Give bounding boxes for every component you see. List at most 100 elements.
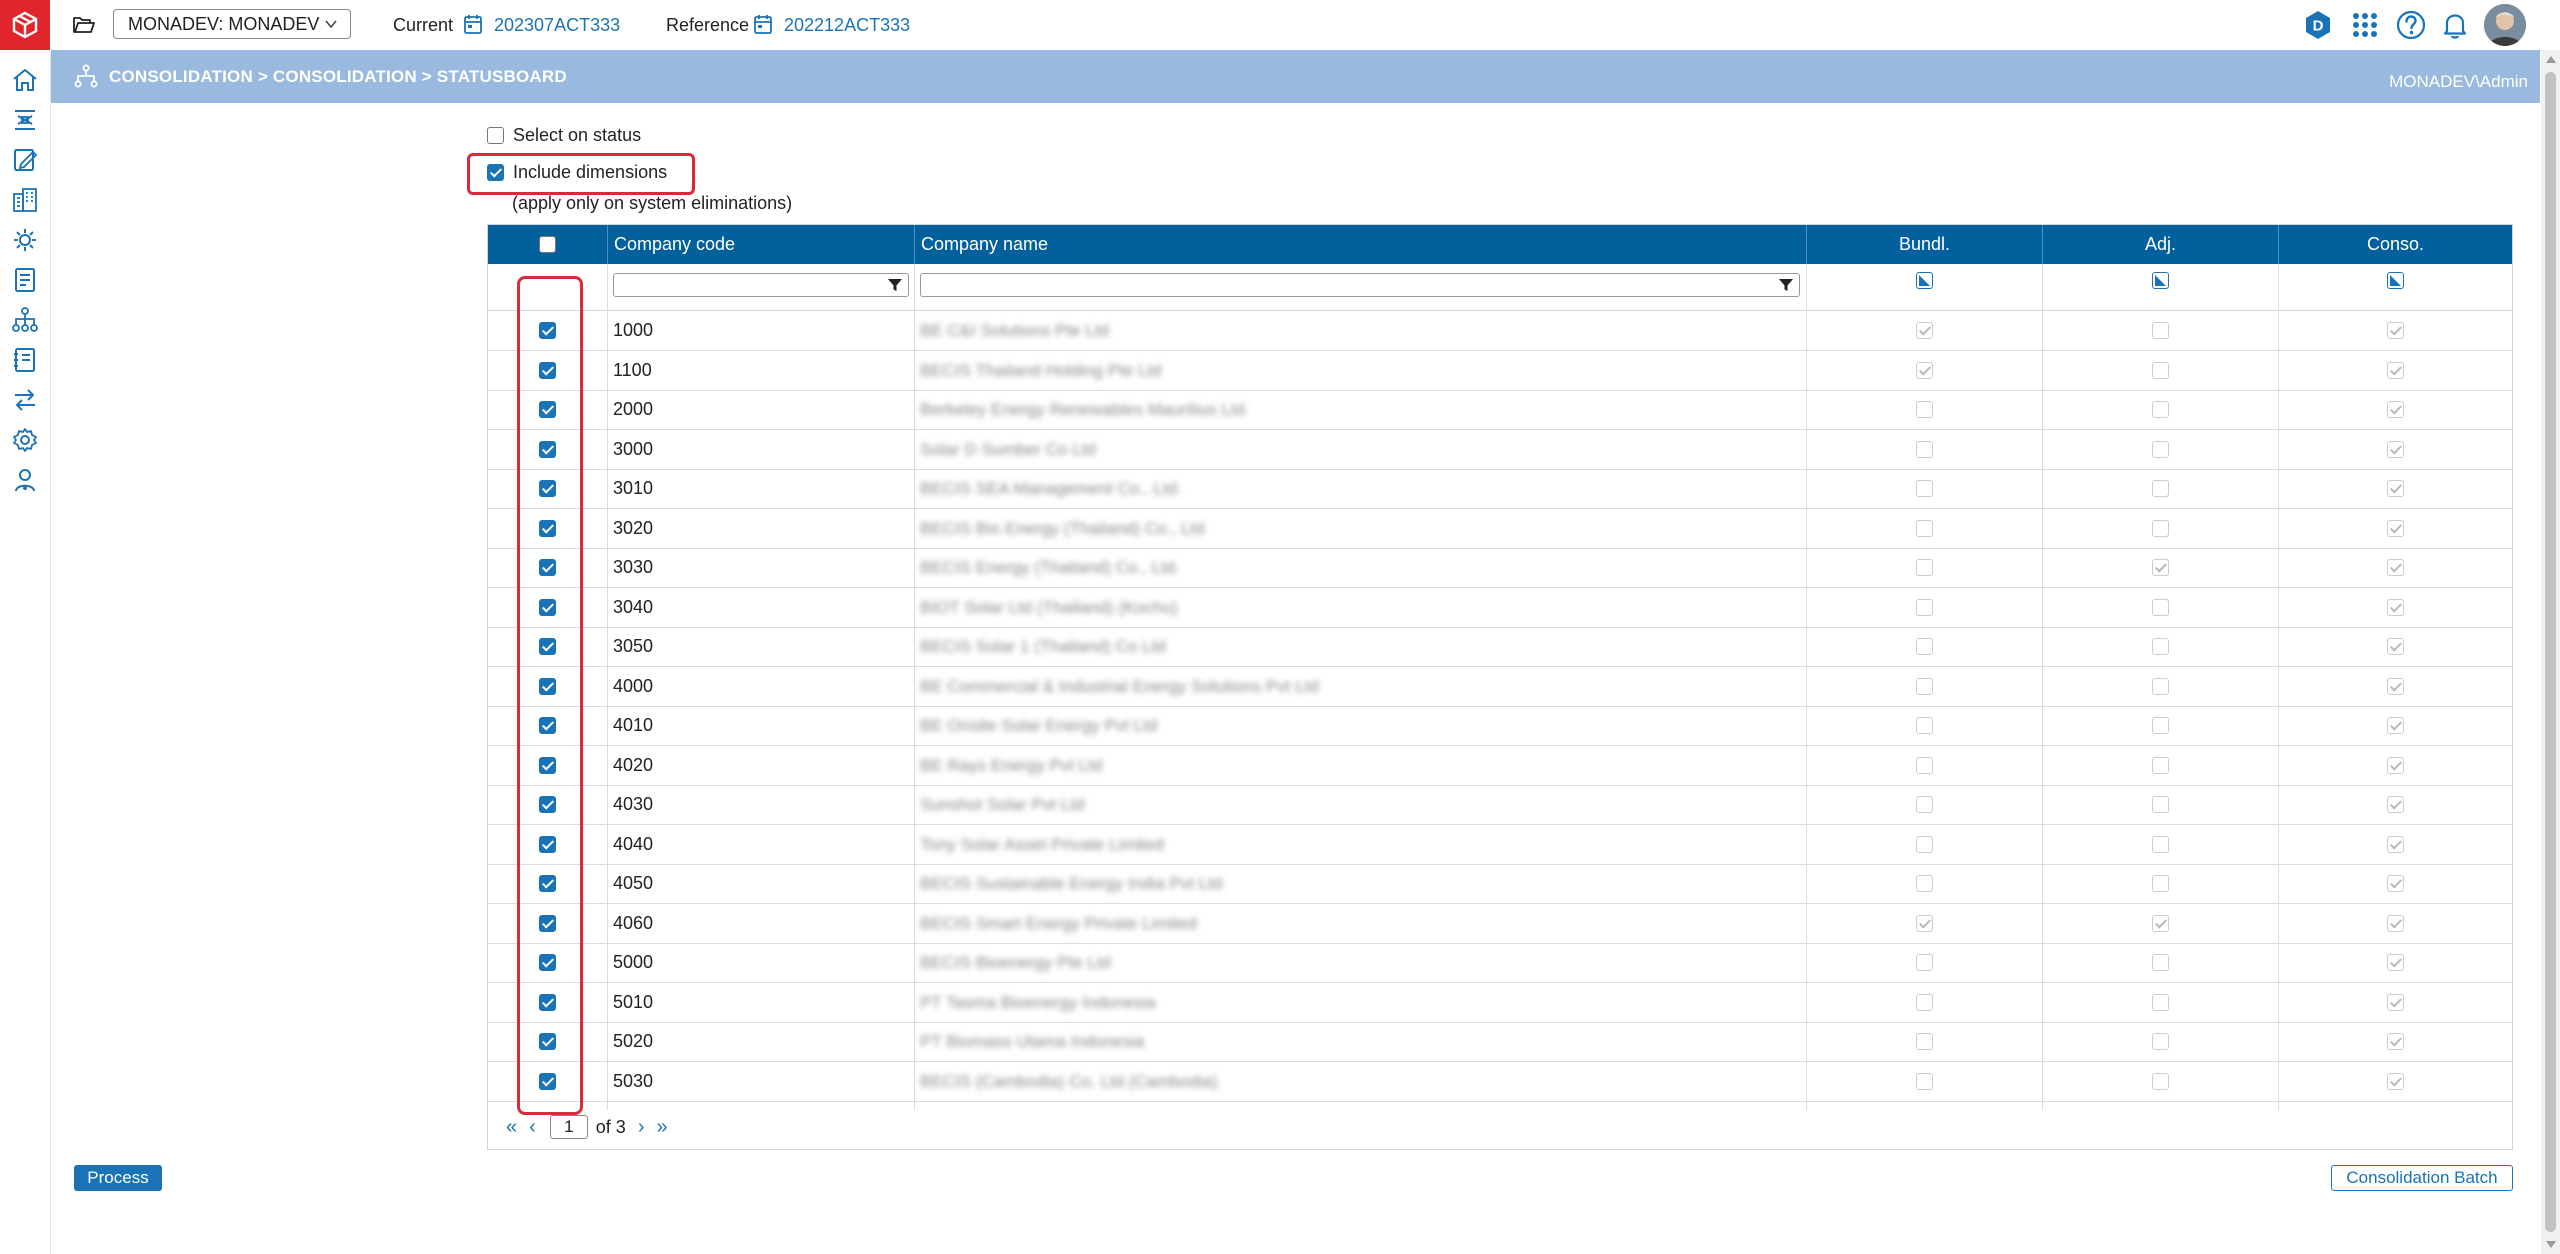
conso-status-checkbox — [2387, 954, 2404, 971]
reference-period-link[interactable]: 202212ACT333 — [784, 15, 910, 36]
col-company-code[interactable]: Company code — [607, 225, 914, 264]
table-row[interactable]: 3020 BECIS Bio Energy (Thailand) Co., Ltd — [488, 509, 2512, 549]
select-all-checkbox[interactable] — [539, 236, 556, 253]
col-conso[interactable]: Conso. — [2278, 225, 2512, 264]
process-button[interactable]: Process — [74, 1165, 162, 1191]
user-settings-icon[interactable] — [11, 466, 39, 494]
conso-status-checkbox — [2387, 480, 2404, 497]
company-code-cell: 3030 — [613, 557, 654, 577]
current-label: Current — [393, 15, 454, 35]
page-scrollbar[interactable] — [2541, 50, 2560, 1254]
scrollbar-thumb[interactable] — [2545, 72, 2556, 1232]
company-code-cell: 3020 — [613, 517, 654, 538]
filter-funnel-icon[interactable] — [1778, 277, 1794, 293]
database-badge-icon[interactable]: D — [2302, 9, 2334, 41]
next-page-icon[interactable]: › — [638, 1117, 645, 1137]
sidebar — [0, 50, 51, 1254]
table-row[interactable]: 4020 BE Rays Energy Pvt Ltd — [488, 746, 2512, 786]
table-row[interactable]: 4040 Tony Solar Asset Private Limited — [488, 825, 2512, 865]
table-row[interactable]: 1000 BE C&I Solutions Pte Ltd — [488, 311, 2512, 351]
adj-toggle-all-checkbox[interactable] — [2152, 272, 2169, 289]
select-on-status-option[interactable]: Select on status — [487, 125, 641, 146]
company-name-filter[interactable] — [920, 273, 1800, 297]
company-code-cell: 3000 — [613, 438, 654, 459]
table-row[interactable]: 4030 Sunshot Solar Pvt Ltd — [488, 785, 2512, 825]
hierarchy-icon — [74, 64, 98, 88]
report-icon[interactable] — [11, 266, 39, 294]
table-row[interactable]: 2000 Berkeley Energy Renewables Mauritius… — [488, 390, 2512, 430]
home-icon[interactable] — [11, 66, 39, 94]
filter-funnel-icon[interactable] — [887, 277, 903, 293]
company-name-cell: Solar D Sumber Co Ltd — [920, 439, 1096, 459]
table-row[interactable]: 3030 BECIS Energy (Thailand) Co., Ltd. — [488, 548, 2512, 588]
table-row[interactable]: 5010 PT Tasma Bioenergy Indonesia — [488, 983, 2512, 1023]
select-on-status-checkbox[interactable] — [487, 127, 504, 144]
settings-gear-icon[interactable] — [11, 426, 39, 454]
table-row[interactable]: 3000 Solar D Sumber Co Ltd — [488, 430, 2512, 470]
adj-status-checkbox — [2152, 322, 2169, 339]
company-name-cell: Berkeley Energy Renewables Mauritius Ltd — [920, 400, 1246, 419]
adj-status-checkbox — [2152, 875, 2169, 892]
table-row[interactable]: 1100 BECIS Thailand Holding Pte Ltd — [488, 351, 2512, 391]
last-page-icon[interactable]: » — [657, 1117, 668, 1137]
data-flow-icon[interactable] — [11, 106, 39, 134]
page-count-label: of 3 — [595, 1116, 626, 1137]
prev-page-icon[interactable]: ‹ — [529, 1117, 536, 1137]
table-row[interactable]: 3040 BIOT Solar Ltd (Thailand) (Kochu) — [488, 588, 2512, 628]
edit-form-icon[interactable] — [11, 146, 39, 174]
app-logo[interactable] — [0, 0, 50, 50]
company-name-cell: BECIS Bio Energy (Thailand) Co., Ltd — [920, 518, 1205, 538]
hierarchy-icon[interactable] — [11, 306, 39, 334]
user-photo-icon — [2484, 4, 2526, 46]
folder-open-icon[interactable] — [72, 13, 96, 37]
column-divider — [914, 264, 915, 1110]
bundl-status-checkbox — [1916, 361, 1933, 379]
journal-icon[interactable] — [11, 346, 39, 374]
first-page-icon[interactable]: « — [506, 1117, 517, 1137]
col-company-name[interactable]: Company name — [914, 225, 1806, 264]
bundl-status-checkbox — [1916, 796, 1933, 813]
reference-label: Reference — [666, 15, 750, 35]
environment-value: MONADEV: MONADEV — [128, 13, 320, 34]
calendar-icon[interactable] — [753, 13, 773, 35]
company-name-cell: BE Rays Energy Pvt Ltd — [920, 755, 1103, 775]
page-input[interactable]: 1 — [549, 1115, 588, 1139]
bell-icon[interactable] — [2439, 9, 2471, 41]
gear-network-icon[interactable] — [11, 226, 39, 254]
table-row[interactable]: 3050 BECIS Solar 1 (Thailand) Co Ltd — [488, 627, 2512, 667]
buildings-icon[interactable] — [11, 186, 39, 214]
breadcrumb: CONSOLIDATION > CONSOLIDATION > STATUSBO… — [109, 67, 567, 86]
scroll-down-arrow-icon[interactable] — [2546, 1241, 2556, 1248]
table-row[interactable]: 5030 BECIS (Cambodia) Co. Ltd (Cambodia) — [488, 1062, 2512, 1102]
calendar-icon[interactable] — [463, 13, 483, 35]
conso-status-checkbox — [2387, 638, 2404, 655]
company-code-filter[interactable] — [613, 273, 909, 297]
table-row[interactable]: 4000 BE Commercial & Industrial Energy So… — [488, 667, 2512, 707]
select-on-status-label: Select on status — [513, 125, 642, 145]
bundl-toggle-all-checkbox[interactable] — [1916, 272, 1933, 289]
apps-grid-icon[interactable] — [2349, 9, 2381, 41]
help-icon[interactable] — [2395, 9, 2427, 41]
adj-status-checkbox — [2152, 480, 2169, 497]
scroll-up-arrow-icon[interactable] — [2546, 56, 2556, 63]
col-bundl[interactable]: Bundl. — [1806, 225, 2042, 264]
table-row[interactable]: 4050 BECIS Sustainable Energy India Pvt L… — [488, 864, 2512, 904]
breadcrumb-bar: CONSOLIDATION > CONSOLIDATION > STATUSBO… — [51, 50, 2540, 103]
table-row[interactable]: 4010 BE Onsite Solar Energy Pvt Ltd — [488, 706, 2512, 746]
table-row[interactable]: 5020 PT Biomass Utama Indonesia — [488, 1022, 2512, 1062]
conso-status-checkbox — [2387, 914, 2404, 932]
conso-toggle-all-checkbox[interactable] — [2387, 272, 2404, 289]
environment-select[interactable]: MONADEV: MONADEV — [113, 9, 351, 39]
company-name-cell: BECIS SEA Management Co., Ltd. — [920, 479, 1182, 498]
current-period-link[interactable]: 202307ACT333 — [494, 15, 620, 36]
conso-status-checkbox — [2387, 1072, 2404, 1090]
table-row[interactable]: 3010 BECIS SEA Management Co., Ltd. — [488, 469, 2512, 509]
avatar[interactable] — [2484, 4, 2526, 46]
col-adj[interactable]: Adj. — [2042, 225, 2278, 264]
transfer-arrows-icon[interactable] — [11, 386, 39, 414]
consolidation-batch-button[interactable]: Consolidation Batch — [2331, 1165, 2513, 1191]
table-row[interactable]: 4060 BECIS Smart Energy Private Limited — [488, 904, 2512, 944]
table-row[interactable]: 5000 BECIS Bioenergy Pte Ltd — [488, 943, 2512, 983]
company-name-cell: BECIS Smart Energy Private Limited — [920, 913, 1197, 933]
conso-status-checkbox — [2387, 401, 2404, 418]
